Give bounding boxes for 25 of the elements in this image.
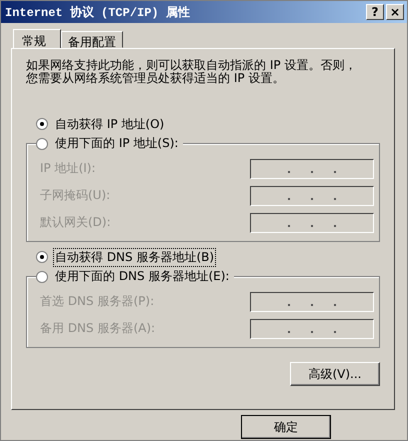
advanced-button[interactable]: 高级(V)... [290, 362, 380, 386]
ip-address-field[interactable] [250, 212, 374, 232]
tab[interactable]: 备用配置 [61, 31, 123, 48]
close-button[interactable]: × [386, 4, 404, 20]
ip-address-field[interactable] [250, 292, 374, 312]
ip-address-field[interactable] [250, 158, 374, 178]
ip-address-field[interactable] [250, 186, 374, 206]
field-label: IP 地址(I): [40, 160, 96, 177]
ip-address-field[interactable] [250, 318, 374, 338]
field-label: 首选 DNS 服务器(P): [40, 293, 154, 310]
radio-label[interactable]: 自动获得 IP 地址(O) [53, 114, 166, 134]
field-label: 子网掩码(U): [40, 187, 110, 204]
ok-button[interactable]: 确定 [241, 415, 331, 439]
radio-label[interactable]: 使用下面的 IP 地址(S): [53, 134, 180, 153]
radio-button[interactable] [36, 138, 48, 150]
radio-button[interactable] [36, 270, 48, 282]
help-button[interactable]: ? [366, 4, 384, 20]
radio-button[interactable] [36, 251, 48, 263]
tab[interactable]: 常规 [13, 29, 61, 48]
field-label: 备用 DNS 服务器(A): [40, 320, 156, 337]
field-label: 默认网关(D): [40, 214, 111, 231]
window-title: Internet 协议 (TCP/IP) 属性 [5, 4, 191, 20]
description-line: 您需要从网络系统管理员处获得适当的 IP 设置。 [26, 72, 284, 85]
description-line: 如果网络支持此功能，则可以获取自动指派的 IP 设置。否则， [26, 59, 356, 72]
radio-button[interactable] [36, 118, 48, 130]
